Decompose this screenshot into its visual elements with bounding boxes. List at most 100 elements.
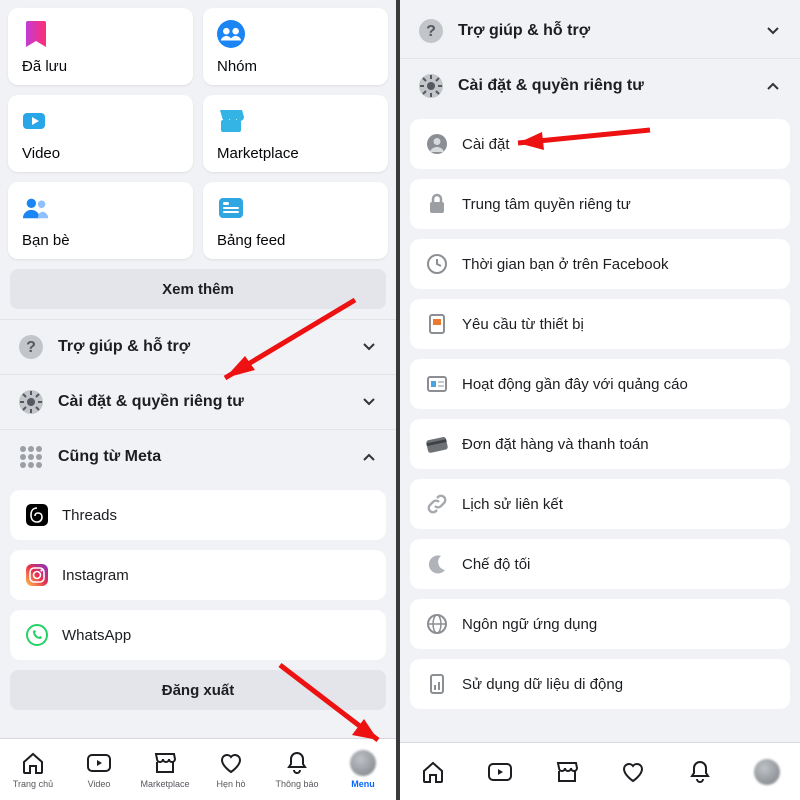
row-help[interactable]: ? Trợ giúp & hỗ trợ <box>400 0 800 58</box>
tile-saved[interactable]: Đã lưu <box>8 8 193 85</box>
tab-notifications[interactable]: Thông báo <box>264 739 330 800</box>
gear-icon <box>418 73 444 99</box>
clock-icon <box>426 253 448 275</box>
meta-app-label: Instagram <box>62 567 129 584</box>
settings-item-privacy-center[interactable]: Trung tâm quyền riêng tư <box>410 179 790 229</box>
data-icon <box>426 673 448 695</box>
row-help[interactable]: ? Trợ giúp & hỗ trợ <box>0 319 396 374</box>
tab-label: Thông báo <box>275 779 318 789</box>
settings-item-label: Hoạt động gần đây với quảng cáo <box>462 376 688 393</box>
marketplace-tab-icon <box>555 760 579 784</box>
row-settings-privacy[interactable]: Cài đặt & quyền riêng tư <box>0 374 396 429</box>
tab-label: Trang chủ <box>13 779 53 789</box>
moon-icon <box>426 553 448 575</box>
row-label: Trợ giúp & hỗ trợ <box>458 22 766 40</box>
marketplace-tab-icon <box>152 750 178 776</box>
tile-label: Đã lưu <box>22 58 179 75</box>
tile-groups[interactable]: Nhóm <box>203 8 388 85</box>
row-also-from-meta[interactable]: Cũng từ Meta <box>0 429 396 484</box>
gear-icon <box>18 389 44 415</box>
settings-item-link-history[interactable]: Lịch sử liên kết <box>410 479 790 529</box>
tab-label: Menu <box>351 779 375 789</box>
tab-marketplace[interactable]: Marketplace <box>132 739 198 800</box>
tile-label: Bảng feed <box>217 232 374 249</box>
tab-dating[interactable]: Hẹn hò <box>198 739 264 800</box>
tab-menu[interactable] <box>733 743 800 800</box>
avatar <box>754 759 780 785</box>
row-settings-privacy[interactable]: Cài đặt & quyền riêng tư <box>400 58 800 113</box>
row-label: Cài đặt & quyền riêng tư <box>458 77 766 95</box>
profile-circle-icon <box>426 133 448 155</box>
bell-icon <box>689 760 711 784</box>
meta-app-instagram[interactable]: Instagram <box>10 550 386 600</box>
meta-app-threads[interactable]: Threads <box>10 490 386 540</box>
tile-feeds[interactable]: Bảng feed <box>203 182 388 259</box>
chevron-down-icon <box>362 342 378 352</box>
chevron-up-icon <box>362 452 378 462</box>
meta-apps-list: Threads Instagram WhatsApp <box>0 484 396 660</box>
chevron-down-icon <box>766 26 782 36</box>
meta-app-whatsapp[interactable]: WhatsApp <box>10 610 386 660</box>
settings-item-label: Yêu cầu từ thiết bị <box>462 316 584 333</box>
tab-video[interactable]: Video <box>66 739 132 800</box>
see-more-button[interactable]: Xem thêm <box>10 269 386 309</box>
settings-item-label: Chế độ tối <box>462 556 530 573</box>
dating-icon <box>621 761 645 783</box>
tab-home[interactable]: Trang chủ <box>0 739 66 800</box>
settings-item-ad-activity[interactable]: Hoạt động gần đây với quảng cáo <box>410 359 790 409</box>
svg-text:?: ? <box>26 339 36 356</box>
home-icon <box>421 760 445 784</box>
tab-notifications[interactable] <box>667 743 734 800</box>
settings-item-label: Lịch sử liên kết <box>462 496 563 513</box>
globe-icon <box>426 613 448 635</box>
settings-item-time[interactable]: Thời gian bạn ở trên Facebook <box>410 239 790 289</box>
meta-grid-icon <box>18 444 44 470</box>
groups-icon <box>217 20 245 48</box>
tab-label: Hẹn hò <box>216 779 245 789</box>
chevron-down-icon <box>362 397 378 407</box>
saved-icon <box>22 20 50 48</box>
settings-item-dark-mode[interactable]: Chế độ tối <box>410 539 790 589</box>
tile-friends[interactable]: Bạn bè <box>8 182 193 259</box>
shortcut-grid: Đã lưu Nhóm Video Marketplace Bạn bè <box>0 0 396 259</box>
tile-label: Marketplace <box>217 145 374 162</box>
settings-item-settings[interactable]: Cài đặt <box>410 119 790 169</box>
friends-icon <box>22 194 50 222</box>
settings-item-label: Trung tâm quyền riêng tư <box>462 196 631 213</box>
tab-menu[interactable]: Menu <box>330 739 396 800</box>
tile-label: Bạn bè <box>22 232 179 249</box>
settings-item-orders[interactable]: Đơn đặt hàng và thanh toán <box>410 419 790 469</box>
card-icon <box>426 433 448 455</box>
marketplace-icon <box>217 107 245 135</box>
settings-item-data-usage[interactable]: Sử dụng dữ liệu di động <box>410 659 790 709</box>
settings-list: Cài đặt Trung tâm quyền riêng tư Thời gi… <box>400 113 800 709</box>
tab-home[interactable] <box>400 743 467 800</box>
whatsapp-icon <box>26 624 48 646</box>
video-icon <box>22 107 50 135</box>
threads-icon <box>26 504 48 526</box>
settings-item-label: Ngôn ngữ ứng dụng <box>462 616 597 633</box>
tile-label: Video <box>22 145 179 162</box>
bottom-tabbar <box>400 742 800 800</box>
logout-button[interactable]: Đăng xuất <box>10 670 386 710</box>
svg-text:?: ? <box>426 23 436 40</box>
settings-item-label: Sử dụng dữ liệu di động <box>462 676 623 693</box>
dating-icon <box>218 750 244 776</box>
settings-item-device-request[interactable]: Yêu cầu từ thiết bị <box>410 299 790 349</box>
help-icon: ? <box>418 18 444 44</box>
bottom-tabbar: Trang chủ Video Marketplace Hẹn hò Thông… <box>0 738 396 800</box>
home-icon <box>20 750 46 776</box>
device-request-icon <box>426 313 448 335</box>
tile-video[interactable]: Video <box>8 95 193 172</box>
tile-label: Nhóm <box>217 58 374 75</box>
tab-marketplace[interactable] <box>533 743 600 800</box>
tab-dating[interactable] <box>600 743 667 800</box>
tile-marketplace[interactable]: Marketplace <box>203 95 388 172</box>
video-tab-icon <box>487 761 513 783</box>
row-label: Trợ giúp & hỗ trợ <box>58 338 362 356</box>
tab-video[interactable] <box>467 743 534 800</box>
settings-item-language[interactable]: Ngôn ngữ ứng dụng <box>410 599 790 649</box>
meta-app-label: WhatsApp <box>62 627 131 644</box>
avatar <box>350 750 376 776</box>
see-more-label: Xem thêm <box>162 281 234 298</box>
